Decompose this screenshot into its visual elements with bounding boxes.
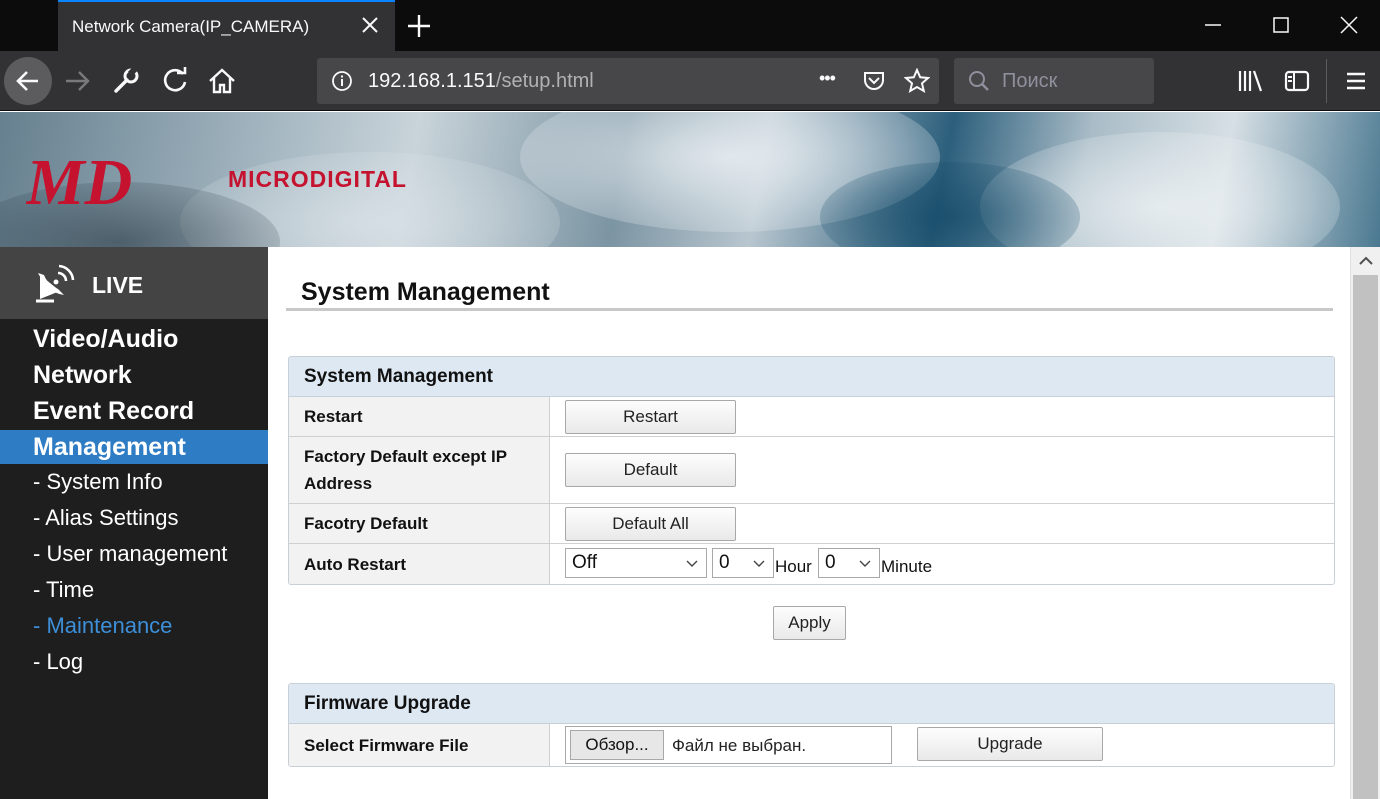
scrollbar-thumb[interactable] [1353,275,1378,799]
browser-tab[interactable]: Network Camera(IP_CAMERA) [58,0,395,51]
sidebar-subitem-maintenance[interactable]: - Maintenance [0,610,268,642]
search-input[interactable]: Поиск [1002,70,1057,93]
panel-title: System Management [289,357,1334,397]
chevron-up-icon[interactable] [1358,255,1374,267]
factory-default-row: Factory Default except IP Address Defaul… [289,437,1334,504]
firmware-upgrade-panel: Firmware Upgrade Select Firmware File Об… [288,683,1335,767]
toolbar-separator [1326,59,1327,103]
home-icon[interactable] [206,65,238,97]
auto-restart-label: Auto Restart [289,544,550,584]
search-icon [969,71,989,91]
restart-row: Restart Restart [289,397,1334,437]
default-all-button[interactable]: Default All [565,507,736,541]
maximize-icon[interactable] [1266,10,1296,40]
upgrade-button[interactable]: Upgrade [917,727,1103,761]
sidebar-item-network[interactable]: Network [0,358,268,392]
wrench-icon[interactable] [110,65,142,97]
microdigital-logo: MD [26,150,132,210]
arrow-right-icon[interactable] [62,65,94,97]
firmware-file-row: Select Firmware File Обзор... Файл не вы… [289,724,1334,766]
hamburger-icon[interactable] [1340,65,1372,97]
auto-restart-hour-select[interactable]: 0 [712,548,774,578]
sidebar-subitem-user-management[interactable]: - User management [0,538,268,570]
auto-restart-mode-select[interactable]: Off [565,548,707,578]
sidebar-item-management[interactable]: Management [0,430,268,464]
vertical-scrollbar[interactable] [1350,247,1380,799]
firmware-file-input[interactable]: Обзор... Файл не выбран. [565,726,892,764]
chevron-down-icon [753,560,765,567]
factory-default-label: Factory Default except IP Address [289,437,550,503]
reload-icon[interactable] [159,65,191,97]
search-bar[interactable]: Поиск [954,58,1154,104]
chevron-down-icon [686,560,698,567]
auto-restart-hour-value: 0 [719,552,730,573]
back-button[interactable] [4,57,52,105]
factory-default-all-row: Facotry Default Default All [289,504,1334,544]
sidebar-icon[interactable] [1281,65,1313,97]
tab-title: Network Camera(IP_CAMERA) [72,17,310,36]
sidebar-item-video-audio[interactable]: Video/Audio [0,322,268,356]
minimize-icon[interactable] [1198,10,1228,40]
page-actions-icon[interactable]: ••• [819,68,836,89]
url-text: 192.168.1.151/setup.html [368,70,594,93]
close-icon[interactable] [359,14,381,36]
pocket-icon[interactable] [862,69,886,93]
auto-restart-minute-select[interactable]: 0 [818,548,880,578]
sidebar-subitem-time[interactable]: - Time [0,574,268,606]
factory-default-all-label: Facotry Default [289,504,550,543]
page-title: System Management [301,278,550,306]
url-path: /setup.html [495,70,594,92]
restart-button[interactable]: Restart [565,400,736,434]
info-icon[interactable] [331,70,353,92]
auto-restart-row: Auto Restart Off 0 Hour 0 Minute [289,544,1334,584]
browse-button[interactable]: Обзор... [570,730,664,760]
sidebar-subitem-system-info[interactable]: - System Info [0,466,268,498]
apply-button[interactable]: Apply [773,606,846,640]
default-button[interactable]: Default [565,453,736,487]
browser-toolbar: 192.168.1.151/setup.html ••• Поиск [0,51,1380,111]
logo-text: MD [26,150,132,210]
satellite-dish-icon [36,264,75,303]
sidebar-subitem-log[interactable]: - Log [0,646,268,678]
restart-label: Restart [289,397,550,436]
firmware-file-label: Select Firmware File [289,724,550,766]
header-banner: MD MICRODIGITAL [0,112,1380,247]
live-button[interactable]: LIVE [0,247,268,319]
file-status: Файл не выбран. [672,736,807,755]
url-host: 192.168.1.151 [368,70,496,92]
panel-title: Firmware Upgrade [289,684,1334,724]
live-label: LIVE [92,272,144,298]
auto-restart-mode-value: Off [572,552,597,573]
arrow-left-icon [16,71,38,91]
main-content: System Management System Management Rest… [268,247,1350,799]
sidebar-item-event-record[interactable]: Event Record [0,394,268,428]
brand-name: MICRODIGITAL [228,166,407,192]
window-close-icon[interactable] [1334,10,1364,40]
sidebar: LIVE Video/Audio Network Event Record Ma… [0,247,268,799]
hour-unit-label: Hour [775,557,812,576]
star-icon[interactable] [904,68,930,94]
chevron-down-icon [859,560,871,567]
minute-unit-label: Minute [881,557,933,576]
browser-tab-bar: Network Camera(IP_CAMERA) [0,0,1380,51]
url-bar[interactable]: 192.168.1.151/setup.html ••• [317,58,939,104]
sidebar-subitem-alias-settings[interactable]: - Alias Settings [0,502,268,534]
title-divider [286,308,1333,311]
auto-restart-minute-value: 0 [825,552,836,573]
plus-icon[interactable] [405,12,433,40]
system-management-panel: System Management Restart Restart Factor… [288,356,1335,585]
library-icon[interactable] [1234,65,1266,97]
